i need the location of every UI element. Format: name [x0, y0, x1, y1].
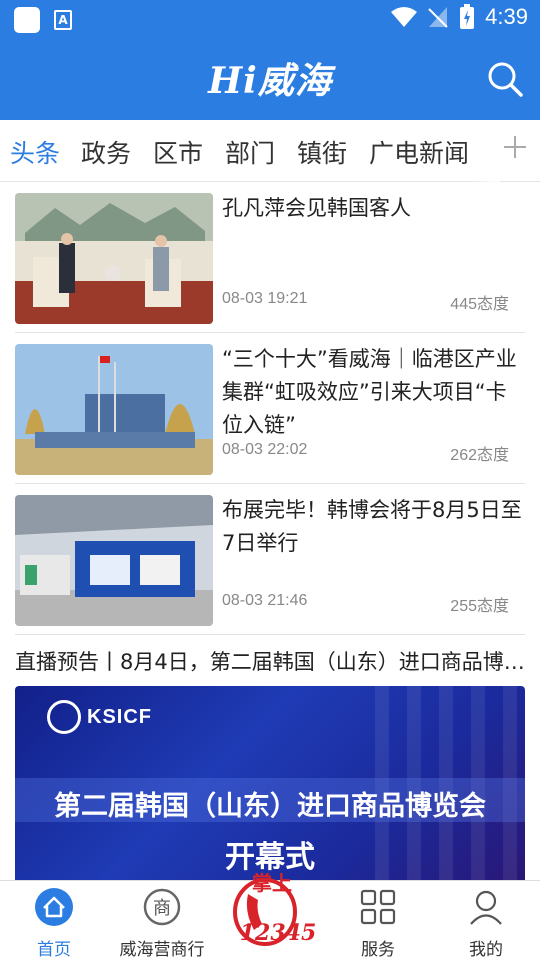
nav-profile[interactable]: 我的 [432, 881, 540, 960]
live-title[interactable]: 直播预告丨8月4日，第二届韩国（山东）进口商品博览会开幕式 [15, 646, 525, 676]
news-views: 255态度 [450, 598, 509, 615]
tab-districts[interactable]: 区市 [153, 134, 203, 170]
divider [15, 634, 525, 635]
search-icon[interactable] [486, 60, 524, 98]
nav-home[interactable]: 首页 [0, 881, 108, 960]
news-item[interactable]: 布展完毕！韩博会将于8月5日至7日举行 08-03 21:46 255态度 [0, 484, 540, 635]
news-thumbnail [15, 495, 213, 626]
news-title: “三个十大”看威海｜临港区产业集群“虹吸效应”引来大项目“卡位入链” [222, 347, 517, 437]
signal-icon [428, 7, 448, 28]
news-views: 262态度 [450, 447, 509, 464]
news-title: 布展完毕！韩博会将于8月5日至7日举行 [222, 498, 522, 555]
tab-departments[interactable]: 部门 [225, 134, 275, 170]
user-icon [470, 890, 502, 925]
tab-towns[interactable]: 镇街 [297, 134, 347, 170]
news-time: 08-03 19:21 [222, 290, 308, 307]
nav-label: 服务 [361, 940, 395, 960]
news-title: 孔凡萍会见韩国客人 [222, 196, 411, 220]
add-channel-icon[interactable] [500, 132, 530, 162]
news-thumbnail [15, 344, 213, 475]
tab-government[interactable]: 政务 [81, 134, 131, 170]
channel-tabs: 头条 政务 区市 部门 镇街 广电新闻 [0, 120, 540, 182]
news-views: 445态度 [450, 296, 509, 313]
news-time: 08-03 21:46 [222, 592, 308, 609]
tab-broadcast-news[interactable]: 广电新闻 [369, 134, 469, 170]
nav-label: 首页 [37, 940, 71, 960]
nav-label: 威海营商行 [119, 940, 205, 960]
nav-label: 我的 [469, 940, 503, 960]
tab-headlines[interactable]: 头条 [10, 134, 60, 170]
nav-services[interactable]: 服务 [324, 881, 432, 960]
hotline-text: 掌上 [252, 871, 292, 895]
grid-icon [360, 889, 396, 925]
app-logo: Hi威海 [208, 60, 332, 102]
live-banner[interactable]: KSICF 第二届韩国（山东）进口商品博览会 开幕式 [15, 686, 525, 886]
wifi-icon [391, 7, 418, 27]
expo-logo: KSICF [47, 700, 152, 734]
font-indicator-icon: A [54, 10, 72, 30]
notification-icon [14, 7, 40, 33]
banner-headline: 第二届韩国（山东）进口商品博览会 [54, 791, 486, 822]
hotline-12345-button[interactable]: 掌上 12345 [220, 864, 320, 950]
nav-business[interactable]: 商 威海营商行 [108, 881, 216, 960]
status-bar: A 4:39 [0, 0, 540, 38]
news-time: 08-03 22:02 [222, 441, 308, 458]
news-item[interactable]: “三个十大”看威海｜临港区产业集群“虹吸效应”引来大项目“卡位入链” 08-03… [0, 333, 540, 484]
svg-text:商: 商 [153, 898, 171, 919]
app-header: Hi威海 [0, 38, 540, 120]
clock: 4:39 [485, 4, 528, 29]
expo-brand: KSICF [87, 705, 152, 728]
home-icon [35, 888, 73, 926]
battery-icon [460, 4, 475, 29]
business-icon: 商 [143, 888, 181, 926]
hotline-number: 12345 [240, 920, 317, 946]
news-item[interactable]: 孔凡萍会见韩国客人 08-03 19:21 445态度 [0, 182, 540, 333]
news-thumbnail [15, 193, 213, 324]
expo-logo-icon [47, 700, 81, 734]
